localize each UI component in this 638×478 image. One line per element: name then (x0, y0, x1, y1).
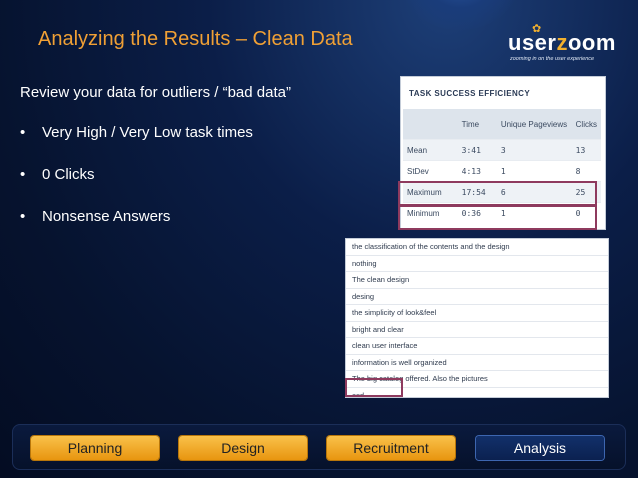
bullet-dot: • (20, 208, 26, 225)
list-item: clean user interface (346, 338, 608, 355)
nav-design-button[interactable]: Design (179, 436, 307, 460)
row-label: StDev (403, 160, 458, 182)
list-item: nothing (346, 256, 608, 272)
list-item: the simplicity of look&feel (346, 305, 608, 322)
time-cell: 4:13 (457, 160, 497, 182)
nav-planning-button[interactable]: Planning (31, 436, 159, 460)
pageviews-cell: 1 (496, 160, 572, 182)
nav-analysis-button[interactable]: Analysis (476, 436, 604, 460)
task-table-title: TASK SUCCESS EFFICIENCY (409, 89, 531, 98)
column-header: Unique Pageviews (496, 109, 572, 140)
table-header-row: Time Unique Pageviews Clicks (403, 109, 601, 140)
userzoom-logo: ✿ userzoom zooming in on the user experi… (508, 22, 618, 64)
clicks-cell: 13 (571, 139, 601, 161)
column-header: Time (457, 109, 497, 140)
decorative-orb (400, 0, 520, 30)
pageviews-cell: 3 (496, 139, 572, 161)
list-item: bright and clear (346, 322, 608, 338)
bullet-text: Nonsense Answers (42, 208, 171, 225)
bullet-text: 0 Clicks (42, 166, 95, 183)
clicks-cell: 8 (571, 160, 601, 182)
intro-text: Review your data for outliers / “bad dat… (20, 84, 291, 101)
list-item: the classification of the contents and t… (346, 239, 608, 256)
list-item: The clean design (346, 272, 608, 289)
nav-recruitment-button[interactable]: Recruitment (327, 436, 455, 460)
list-item: information is well organized (346, 355, 608, 371)
nonsense-answer-highlight (345, 378, 403, 397)
slide-title: Analyzing the Results – Clean Data (38, 28, 353, 50)
row-label: Mean (403, 139, 458, 161)
column-header (403, 109, 458, 140)
table-row: Mean 3:41 3 13 (403, 139, 601, 161)
bullet-text: Very High / Very Low task times (42, 124, 253, 141)
slide: Analyzing the Results – Clean Data ✿ use… (0, 0, 638, 478)
bullet-dot: • (20, 166, 26, 183)
maximum-row-highlight (398, 181, 597, 206)
logo-tagline: zooming in on the user experience (510, 56, 595, 62)
bullet-dot: • (20, 124, 26, 141)
table-row: StDev 4:13 1 8 (403, 160, 601, 182)
list-item: desing (346, 289, 608, 305)
time-cell: 3:41 (457, 139, 497, 161)
column-header: Clicks (571, 109, 601, 140)
logo-wordmark: userzoom (508, 30, 616, 55)
minimum-row-highlight (398, 205, 597, 230)
answers-list: the classification of the contents and t… (345, 238, 609, 398)
